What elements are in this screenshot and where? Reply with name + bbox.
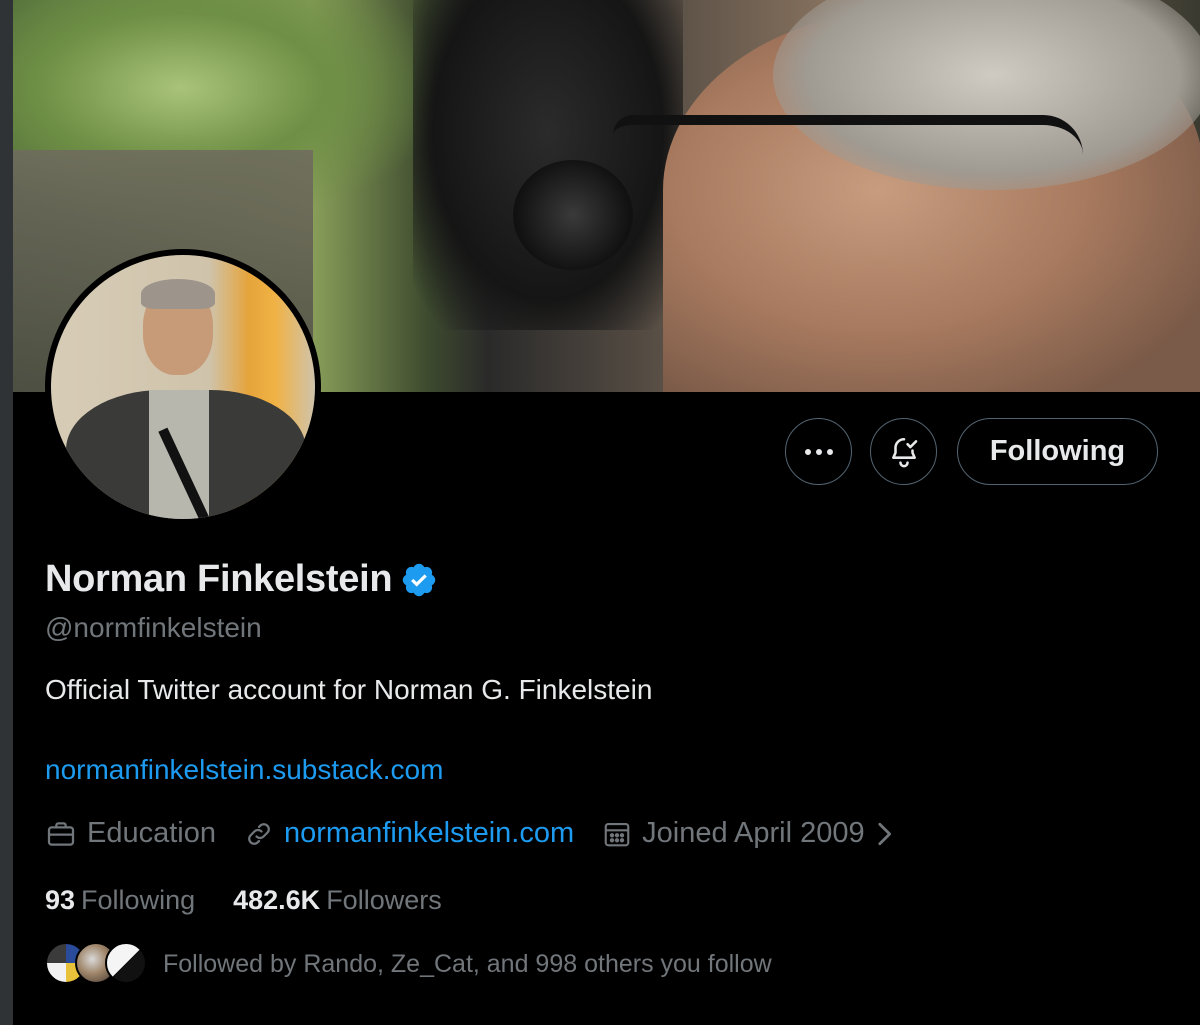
followers-count-link[interactable]: 482.6K Followers xyxy=(233,885,442,916)
profile-meta: Education normanfinkelstein.com Joined A… xyxy=(45,817,931,850)
profile-name: Norman Finkelstein xyxy=(45,558,393,600)
followers-count: 482.6K xyxy=(233,885,321,915)
more-options-button[interactable] xyxy=(785,418,852,485)
profile-bio: Official Twitter account for Norman G. F… xyxy=(45,674,653,705)
more-icon xyxy=(804,448,833,455)
follower-avatar xyxy=(105,942,147,984)
profile-handle: @normfinkelstein xyxy=(45,612,262,643)
followed-by-row[interactable]: Followed by Rando, Ze_Cat, and 998 other… xyxy=(45,942,772,987)
avatar-image xyxy=(51,255,315,519)
joined-item: Joined April 2009 xyxy=(602,817,903,850)
following-button[interactable]: Following xyxy=(957,418,1158,485)
category-item: Education xyxy=(45,817,216,850)
following-label: Following xyxy=(81,885,196,915)
briefcase-icon xyxy=(47,821,75,846)
category-label: Education xyxy=(87,817,216,849)
bell-check-icon xyxy=(891,437,917,467)
calendar-icon xyxy=(604,822,630,846)
window-edge xyxy=(0,0,13,1025)
verified-badge-icon[interactable] xyxy=(400,561,438,599)
follower-avatars xyxy=(45,942,147,987)
following-count: 93 xyxy=(45,885,76,915)
bio-link[interactable]: normanfinkelstein.substack.com xyxy=(45,754,443,786)
website-link[interactable]: normanfinkelstein.com xyxy=(284,817,574,850)
profile-avatar[interactable] xyxy=(45,249,321,525)
chevron-right-icon[interactable] xyxy=(875,820,893,848)
website-item: normanfinkelstein.com xyxy=(244,817,574,850)
follow-stats: 93 Following 482.6K Followers xyxy=(45,885,480,916)
joined-label: Joined April 2009 xyxy=(642,817,865,849)
followers-label: Followers xyxy=(326,885,442,915)
following-count-link[interactable]: 93 Following xyxy=(45,885,195,916)
notifications-button[interactable] xyxy=(870,418,937,485)
profile-name-row: Norman Finkelstein xyxy=(45,558,438,601)
followed-by-text: Followed by Rando, Ze_Cat, and 998 other… xyxy=(163,950,772,978)
link-icon xyxy=(248,822,270,845)
